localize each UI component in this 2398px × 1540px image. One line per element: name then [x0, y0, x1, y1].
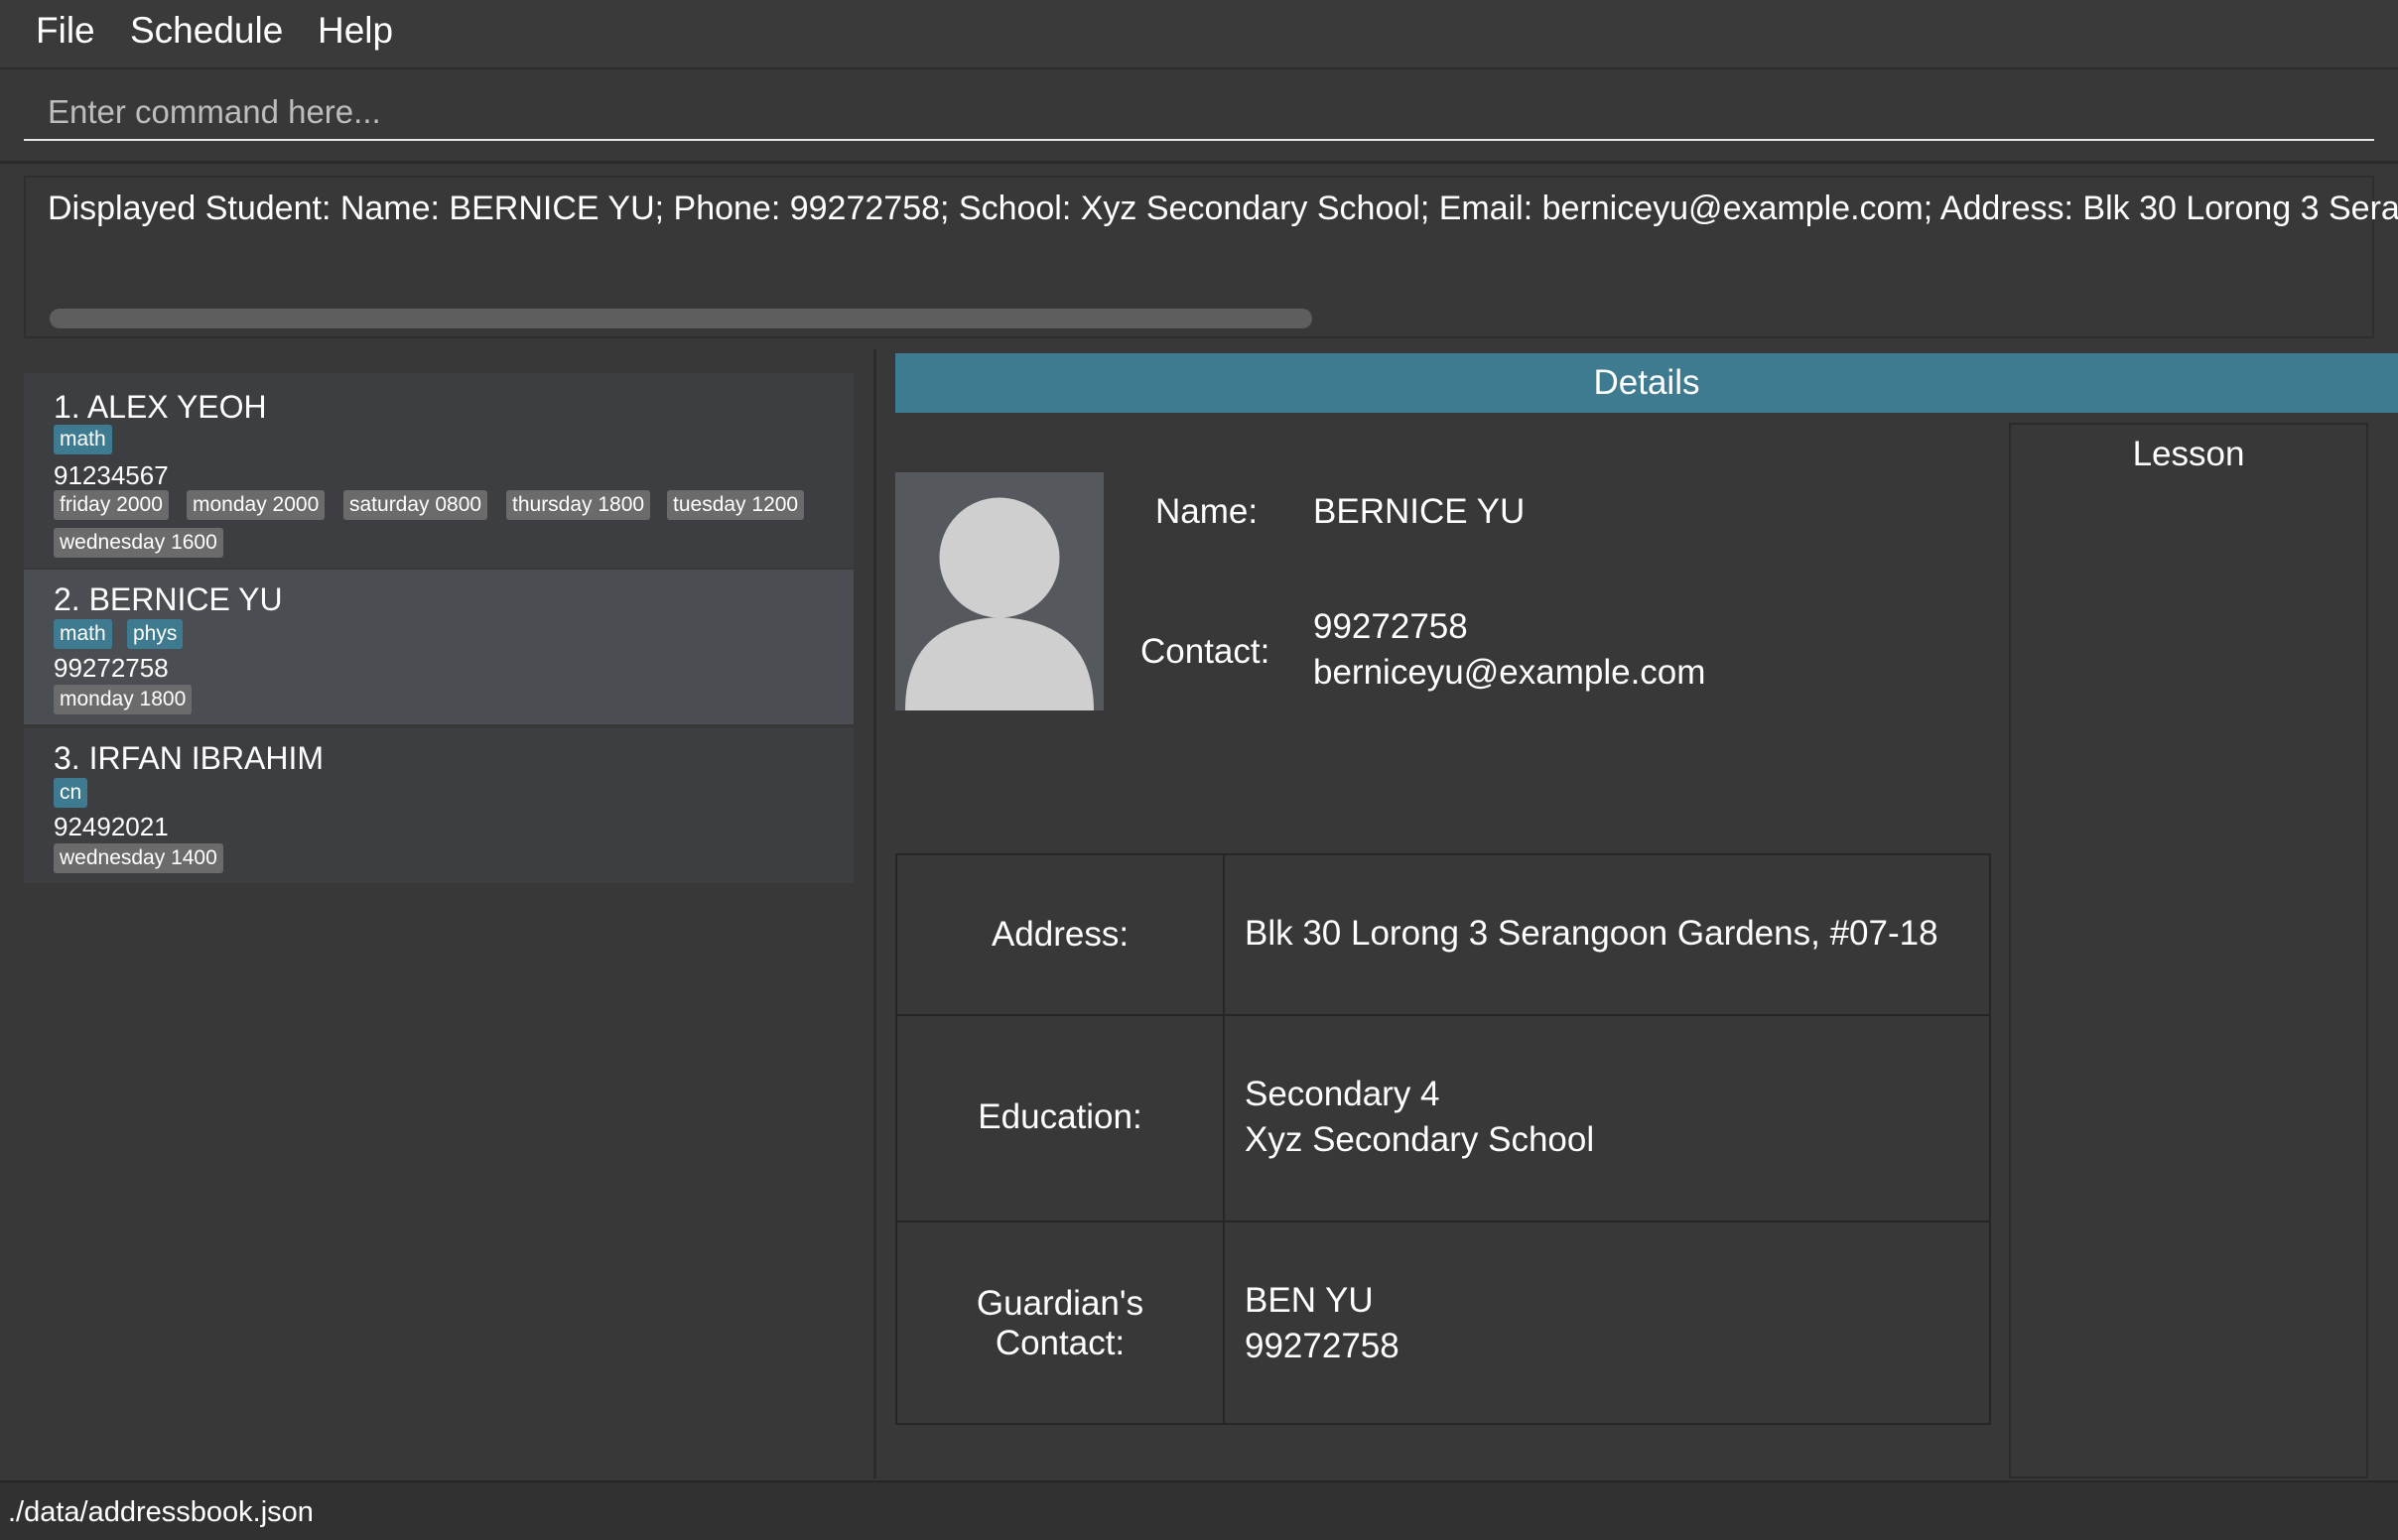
student-name: 2. BERNICE YU [54, 581, 283, 617]
result-display: Displayed Student: Name: BERNICE YU; Pho… [24, 176, 2398, 338]
student-phone: 91234567 [54, 460, 169, 490]
row-divider [897, 1014, 1989, 1016]
guardian-label: Guardian's [976, 1284, 1144, 1323]
student-name: 1. ALEX YEOH [54, 389, 267, 425]
subject-tag: math [54, 425, 112, 454]
lesson-tag: wednesday 1400 [54, 843, 223, 873]
lesson-tag: monday 2000 [187, 490, 326, 520]
person-icon [905, 494, 1094, 710]
student-card-1[interactable]: 1. ALEX YEOH math 91234567 friday 2000 m… [24, 373, 854, 568]
command-input[interactable] [24, 85, 2374, 141]
data-file-path: ./data/addressbook.json [8, 1496, 314, 1528]
menu-help[interactable]: Help [318, 10, 393, 52]
guardian-label-line2: Contact: [995, 1324, 1126, 1362]
command-area [0, 69, 2398, 164]
subject-tag: math [54, 619, 112, 649]
name-value: BERNICE YU [1313, 492, 1526, 531]
student-phone: 99272758 [54, 653, 169, 683]
contact-email: berniceyu@example.com [1313, 653, 1706, 692]
address-value: Blk 30 Lorong 3 Serangoon Gardens, #07-1… [1245, 914, 1938, 953]
address-label: Address: [991, 915, 1130, 954]
lesson-tag: friday 2000 [54, 490, 169, 520]
lesson-title: Lesson [2132, 435, 2245, 473]
menu-schedule[interactable]: Schedule [130, 10, 283, 52]
lesson-tag: thursday 1800 [506, 490, 651, 520]
row-divider [897, 1220, 1989, 1222]
result-scrollbar[interactable] [50, 309, 1312, 328]
lesson-tag: saturday 0800 [343, 490, 488, 520]
lesson-tag: monday 1800 [54, 685, 193, 714]
details-header: Details [895, 353, 2398, 413]
details-table: Address: Blk 30 Lorong 3 Serangoon Garde… [895, 853, 1991, 1425]
status-bar: ./data/addressbook.json [0, 1480, 2398, 1540]
guardian-name: BEN YU [1245, 1281, 1374, 1320]
column-divider [1223, 855, 1225, 1423]
lesson-tag: tuesday 1200 [667, 490, 805, 520]
student-card-2[interactable]: 2. BERNICE YU math phys 99272758 monday … [24, 570, 854, 724]
lesson-tag: wednesday 1600 [54, 528, 223, 558]
education-label: Education: [978, 1097, 1142, 1136]
subject-tag: phys [127, 619, 184, 649]
name-label: Name: [1155, 492, 1259, 531]
menu-bar: File Schedule Help [0, 0, 2398, 69]
subject-tag: cn [54, 778, 88, 808]
lesson-panel: Lesson [2009, 423, 2368, 1478]
menu-file[interactable]: File [36, 10, 95, 52]
student-phone: 92492021 [54, 812, 169, 841]
details-title: Details [1593, 363, 1700, 402]
result-text: Displayed Student: Name: BERNICE YU; Pho… [48, 190, 2398, 227]
education-school: Xyz Secondary School [1245, 1120, 1595, 1159]
student-list: 1. ALEX YEOH math 91234567 friday 2000 m… [0, 349, 876, 1478]
education-level: Secondary 4 [1245, 1075, 1440, 1113]
avatar [895, 472, 1104, 710]
student-card-3[interactable]: 3. IRFAN IBRAHIM cn 92492021 wednesday 1… [24, 728, 854, 883]
contact-phone: 99272758 [1313, 607, 1468, 646]
contact-label: Contact: [1140, 632, 1270, 671]
guardian-phone: 99272758 [1245, 1327, 1399, 1365]
student-name: 3. IRFAN IBRAHIM [54, 740, 325, 776]
